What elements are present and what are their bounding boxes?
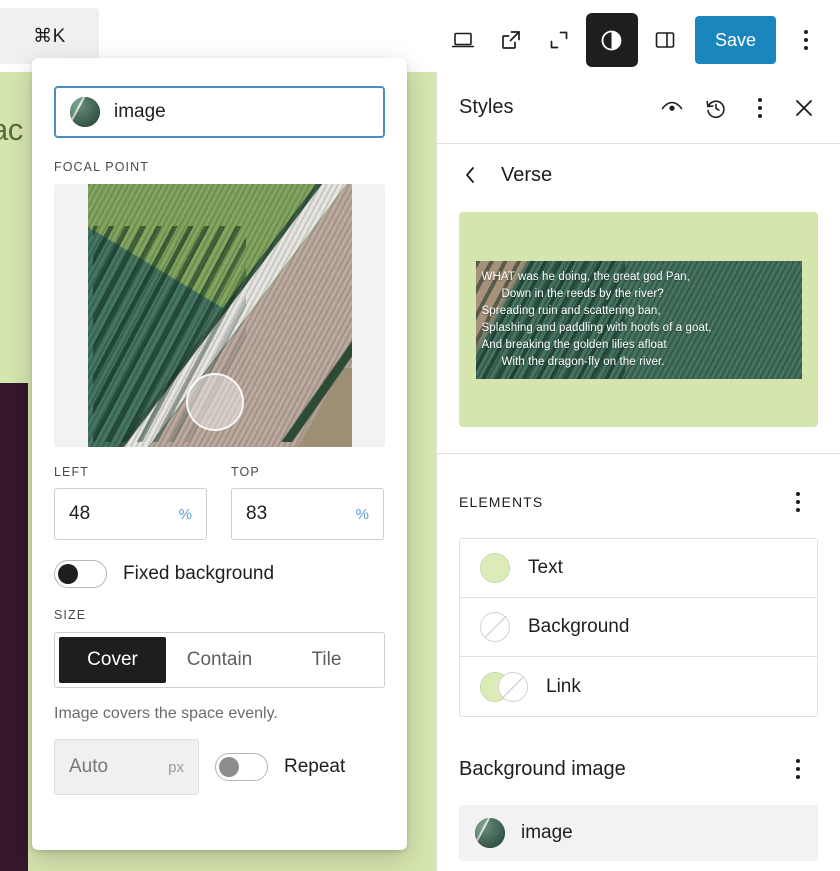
chevron-left-icon[interactable] (459, 164, 481, 186)
app-root: vac Styles (0, 0, 840, 871)
background-image-popover: image Focal point Left 48 % (32, 58, 407, 850)
repeat-toggle[interactable] (215, 753, 268, 781)
sidebar-header: Styles (437, 72, 840, 144)
background-image-section-header: Background image (437, 717, 840, 805)
focal-point-section-label: Focal point (54, 160, 149, 174)
elements-more-icon[interactable] (776, 480, 820, 524)
element-label: Text (528, 557, 563, 578)
styles-contrast-icon[interactable] (585, 13, 638, 67)
fixed-background-label: Fixed background (123, 563, 275, 584)
focal-top-group: Top 83 % (231, 465, 384, 540)
size-segmented-control: Cover Contain Tile (54, 632, 385, 688)
size-helper-text: Image covers the space evenly. (54, 705, 278, 722)
focal-top-label: Top (231, 465, 260, 479)
repeat-label: Repeat (284, 756, 346, 777)
element-item-text[interactable]: Text (460, 539, 817, 598)
focal-left-input[interactable]: 48 % (54, 488, 207, 540)
kebab-glyph (804, 30, 808, 50)
sidebar-toggle-icon[interactable] (641, 16, 689, 64)
canvas-dark-block (0, 383, 28, 871)
focal-left-group: Left 48 % (54, 465, 207, 540)
toolbar-more-options-icon[interactable] (782, 16, 830, 64)
size-custom-placeholder: Auto (69, 756, 109, 777)
fixed-background-row: Fixed background (54, 560, 385, 588)
verse-preview-text: WHAT was he doing, the great god Pan, Do… (476, 261, 802, 377)
size-section-label: Size (54, 608, 87, 622)
empty-color-swatch-icon (480, 612, 510, 642)
more-options-icon[interactable] (738, 86, 782, 130)
verse-preview-image: WHAT was he doing, the great god Pan, Do… (475, 260, 802, 379)
media-field[interactable]: image (54, 86, 385, 138)
toolbar-actions: Save (439, 13, 830, 67)
element-item-link[interactable]: Link (460, 657, 817, 716)
size-custom-unit: px (168, 758, 184, 776)
elements-list: Text Background Link (459, 538, 818, 717)
verse-line: And breaking the golden lilies afloat (481, 338, 667, 351)
element-label: Link (546, 675, 581, 697)
element-label: Background (528, 616, 630, 637)
device-preview-icon[interactable] (439, 16, 487, 64)
revisions-icon[interactable] (694, 86, 738, 130)
size-option-contain[interactable]: Contain (166, 637, 273, 683)
verse-preview-card: WHAT was he doing, the great god Pan, Do… (459, 212, 818, 427)
zen-mode-icon[interactable] (535, 16, 583, 64)
duo-color-swatch-icon (480, 671, 528, 702)
command-palette-button[interactable]: ⌘K (0, 8, 99, 64)
focal-point-inputs: Left 48 % Top 83 % (54, 465, 385, 540)
background-image-item[interactable]: image (459, 805, 818, 861)
background-image-more-icon[interactable] (776, 747, 820, 791)
size-option-tile[interactable]: Tile (273, 637, 380, 683)
breadcrumb: Verse (437, 144, 840, 206)
fixed-background-toggle[interactable] (54, 560, 107, 588)
external-link-icon[interactable] (487, 16, 535, 64)
close-icon[interactable] (782, 86, 826, 130)
focal-left-label: Left (54, 465, 89, 479)
styles-sidebar: Styles Verse WHAT was he doing, the grea… (436, 72, 840, 871)
verse-line: Down in the reeds by the river? (501, 287, 664, 300)
media-field-label: image (114, 101, 166, 122)
kebab-glyph (758, 97, 762, 118)
elements-section-header: Elements (437, 454, 840, 538)
focal-top-unit: % (355, 505, 369, 523)
kebab-glyph (796, 492, 800, 512)
background-image-label: image (521, 822, 573, 843)
verse-line: Splashing and paddling with hoofs of a g… (481, 321, 712, 334)
background-image-section-title: Background image (459, 757, 626, 780)
sidebar-title: Styles (459, 96, 514, 118)
color-swatch-icon (480, 553, 510, 583)
popover-content: image Focal point Left 48 % (32, 58, 407, 795)
focal-point-handle[interactable] (185, 373, 244, 432)
size-custom-input[interactable]: Auto px (54, 739, 199, 795)
focal-left-value: 48 (69, 503, 91, 524)
verse-line: Spreading ruin and scattering ban, (481, 304, 661, 317)
size-option-cover[interactable]: Cover (59, 637, 166, 683)
verse-line: With the dragon-fly on the river. (501, 355, 665, 368)
element-item-background[interactable]: Background (460, 598, 817, 657)
save-button[interactable]: Save (694, 16, 776, 64)
focal-point-picker[interactable] (54, 184, 385, 447)
image-thumbnail-icon (475, 818, 505, 848)
image-thumbnail-icon (70, 97, 100, 127)
focal-top-input[interactable]: 83 % (231, 488, 384, 540)
breadcrumb-title: Verse (501, 163, 553, 186)
kebab-glyph (796, 759, 800, 779)
eye-icon[interactable] (650, 86, 694, 130)
elements-section-label: Elements (459, 494, 544, 510)
focal-left-unit: % (178, 505, 192, 523)
size-custom-row: Auto px Repeat (54, 739, 385, 795)
focal-top-value: 83 (246, 503, 268, 524)
canvas-clipped-text: vac (0, 112, 23, 147)
verse-line: WHAT was he doing, the great god Pan, (481, 270, 690, 283)
